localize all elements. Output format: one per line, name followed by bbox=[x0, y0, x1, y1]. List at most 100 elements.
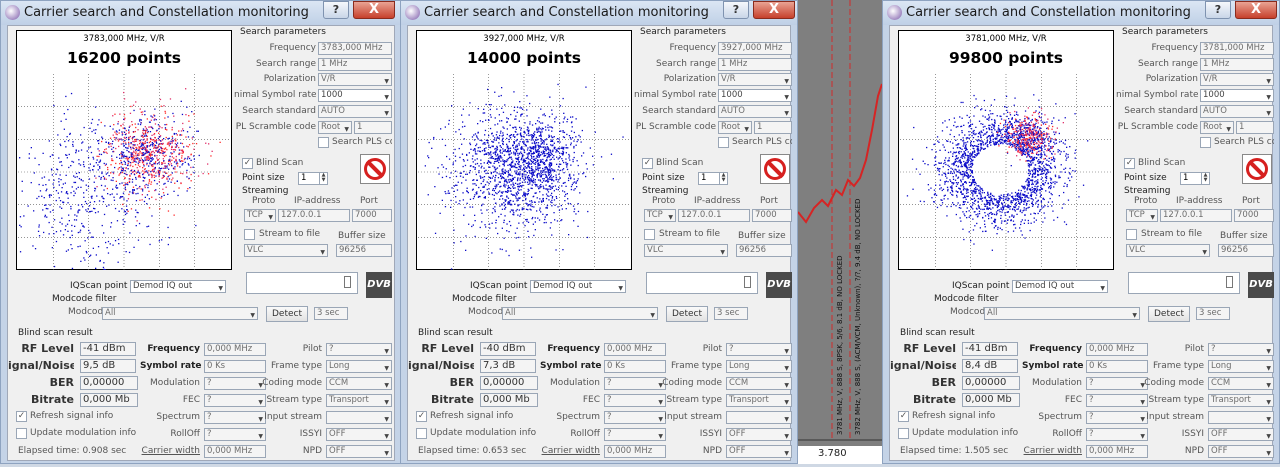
stop-icon[interactable] bbox=[360, 154, 390, 184]
res-carrier-width-label[interactable]: Carrier width bbox=[538, 446, 600, 456]
res-pilot-select[interactable]: ?▼ bbox=[326, 343, 392, 356]
close-button[interactable]: X bbox=[753, 1, 795, 19]
blind-scan-checkbox[interactable]: ✓ bbox=[642, 158, 653, 169]
iq-point bbox=[559, 210, 560, 211]
frequency-field[interactable]: 3783,000 MHz bbox=[318, 42, 392, 55]
port-field[interactable]: 7000 bbox=[352, 209, 392, 222]
player-value: VLC bbox=[647, 245, 664, 255]
res-coding-mode-select[interactable]: CCM▼ bbox=[326, 377, 392, 390]
refresh-signal-info-checkbox[interactable]: ✓ bbox=[416, 411, 427, 422]
detect-time-spinner[interactable]: 3 sec bbox=[314, 307, 348, 320]
help-button[interactable]: ? bbox=[723, 1, 749, 19]
iq-point bbox=[89, 170, 90, 171]
close-button[interactable]: X bbox=[353, 1, 395, 19]
res-frame-type-select[interactable]: Long▼ bbox=[726, 360, 792, 373]
res-input-stream-select[interactable]: ▼ bbox=[726, 411, 792, 424]
stop-icon[interactable] bbox=[760, 154, 790, 184]
point-size-spinner[interactable]: 1▲▼ bbox=[698, 172, 728, 185]
res-frame-type-select[interactable]: Long▼ bbox=[326, 360, 392, 373]
iq-point bbox=[1053, 182, 1054, 183]
search-standard-select[interactable]: AUTO▼ bbox=[318, 105, 392, 118]
title-bar[interactable]: Carrier search and Constellation monitor… bbox=[1, 1, 401, 25]
search-pls-checkbox[interactable] bbox=[318, 137, 329, 148]
res-rolloff-select[interactable]: ?▼ bbox=[604, 428, 666, 441]
modcod-select[interactable]: All▼ bbox=[502, 307, 658, 320]
player-select[interactable]: VLC▼ bbox=[244, 244, 328, 257]
pl-scramble-type-select[interactable]: Root▼ bbox=[318, 121, 352, 134]
polarization-select[interactable]: V/R▼ bbox=[718, 73, 792, 86]
iq-point bbox=[522, 173, 523, 174]
res-carrier-width-label[interactable]: Carrier width bbox=[138, 446, 200, 456]
iq-point bbox=[191, 111, 192, 112]
iq-point bbox=[952, 190, 953, 191]
iq-point bbox=[126, 137, 127, 138]
stream-to-file-checkbox[interactable] bbox=[644, 229, 655, 240]
iq-point bbox=[35, 248, 36, 249]
res-modulation-select[interactable]: ?▼ bbox=[604, 377, 666, 390]
title-bar[interactable]: Carrier search and Constellation monitor… bbox=[883, 1, 1279, 25]
pl-scramble-value-field[interactable]: 1 bbox=[754, 121, 792, 134]
res-coding-mode-select[interactable]: CCM▼ bbox=[726, 377, 792, 390]
res-spectrum-select[interactable]: ?▼ bbox=[604, 411, 666, 424]
iq-point bbox=[974, 107, 975, 108]
ip-field[interactable]: 127.0.0.1 bbox=[278, 209, 350, 222]
iq-point bbox=[524, 122, 525, 123]
res-npd-select[interactable]: OFF▼ bbox=[726, 445, 792, 458]
iq-point bbox=[1066, 224, 1067, 225]
iq-point bbox=[142, 167, 143, 168]
res-npd-select[interactable]: OFF▼ bbox=[326, 445, 392, 458]
res-spectrum-select[interactable]: ?▼ bbox=[204, 411, 266, 424]
iq-point bbox=[1075, 158, 1076, 159]
iq-point bbox=[540, 172, 541, 173]
polarization-select[interactable]: V/R▼ bbox=[318, 73, 392, 86]
pl-scramble-type-select[interactable]: Root▼ bbox=[718, 121, 752, 134]
res-fec-select[interactable]: ?▼ bbox=[204, 394, 266, 407]
player-select[interactable]: VLC▼ bbox=[644, 244, 728, 257]
frequency-field[interactable]: 3927,000 MHz bbox=[718, 42, 792, 55]
res-fec-select[interactable]: ?▼ bbox=[604, 394, 666, 407]
res-modulation-select[interactable]: ?▼ bbox=[204, 377, 266, 390]
detect-button[interactable]: Detect bbox=[266, 306, 308, 322]
search-pls-checkbox[interactable] bbox=[718, 137, 729, 148]
update-modulation-info-checkbox[interactable] bbox=[16, 428, 27, 439]
modcod-select[interactable]: All▼ bbox=[102, 307, 258, 320]
iq-point bbox=[470, 199, 471, 200]
res-input-stream-select[interactable]: ▼ bbox=[326, 411, 392, 424]
proto-select[interactable]: TCP▼ bbox=[644, 209, 676, 222]
buffer-size-field[interactable]: 96256 bbox=[336, 244, 392, 257]
res-issyi-select[interactable]: OFF▼ bbox=[326, 428, 392, 441]
detect-button[interactable]: Detect bbox=[666, 306, 708, 322]
search-range-field[interactable]: 1 MHz bbox=[718, 58, 792, 71]
close-button[interactable]: X bbox=[1235, 1, 1277, 19]
iq-point bbox=[464, 138, 465, 139]
iqscan-select[interactable]: Demod IQ out▼ bbox=[530, 280, 626, 293]
ip-field[interactable]: 127.0.0.1 bbox=[678, 209, 750, 222]
min-symbol-rate-select[interactable]: 1000▼ bbox=[318, 89, 392, 102]
iq-point bbox=[973, 137, 974, 138]
iq-point bbox=[979, 213, 980, 214]
point-size-spinner[interactable]: 1▲▼ bbox=[298, 172, 328, 185]
port-field[interactable]: 7000 bbox=[752, 209, 792, 222]
help-button[interactable]: ? bbox=[1205, 1, 1231, 19]
iq-point bbox=[463, 109, 464, 110]
detect-time-spinner[interactable]: 3 sec bbox=[714, 307, 748, 320]
refresh-signal-info-checkbox[interactable]: ✓ bbox=[16, 411, 27, 422]
blind-scan-checkbox[interactable]: ✓ bbox=[242, 158, 253, 169]
help-button[interactable]: ? bbox=[323, 1, 349, 19]
proto-select[interactable]: TCP▼ bbox=[244, 209, 276, 222]
res-rolloff-select[interactable]: ?▼ bbox=[204, 428, 266, 441]
iqscan-select[interactable]: Demod IQ out▼ bbox=[130, 280, 226, 293]
stream-to-file-checkbox[interactable] bbox=[244, 229, 255, 240]
title-bar[interactable]: Carrier search and Constellation monitor… bbox=[401, 1, 797, 25]
update-modulation-info-checkbox[interactable] bbox=[416, 428, 427, 439]
buffer-size-field[interactable]: 96256 bbox=[736, 244, 792, 257]
res-stream-type-select[interactable]: Transport▼ bbox=[326, 394, 392, 407]
res-pilot-select[interactable]: ?▼ bbox=[726, 343, 792, 356]
min-symbol-rate-select[interactable]: 1000▼ bbox=[718, 89, 792, 102]
search-range-field[interactable]: 1 MHz bbox=[318, 58, 392, 71]
res-issyi-select[interactable]: OFF▼ bbox=[726, 428, 792, 441]
iq-point bbox=[986, 128, 987, 129]
pl-scramble-value-field[interactable]: 1 bbox=[354, 121, 392, 134]
res-stream-type-select[interactable]: Transport▼ bbox=[726, 394, 792, 407]
search-standard-select[interactable]: AUTO▼ bbox=[718, 105, 792, 118]
